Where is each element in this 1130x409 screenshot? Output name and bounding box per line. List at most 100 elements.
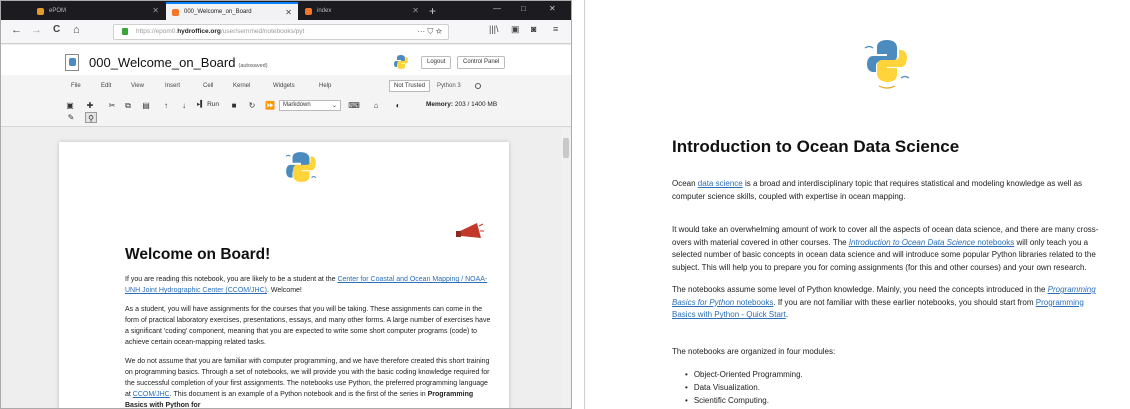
- prereq-text-cont: . If you are not familiar with these ear…: [773, 297, 1036, 307]
- tab-epom[interactable]: ePOM ✕: [31, 2, 165, 20]
- url-bar[interactable]: https://epom0.hydroffice.org/user/semmed…: [113, 24, 449, 40]
- menu-widgets[interactable]: Widgets: [273, 83, 295, 89]
- rendered-notebook: Introduction to Ocean Data Science Ocean…: [584, 0, 1130, 409]
- menu-icon[interactable]: ≡: [553, 24, 558, 34]
- forward-button[interactable]: →: [31, 24, 42, 36]
- copy-icon[interactable]: ⧉: [121, 100, 135, 111]
- library-icon[interactable]: |||\: [489, 24, 499, 34]
- wrench-icon[interactable]: ✎: [65, 112, 77, 123]
- training-paragraph: We do not assume that you are familiar w…: [125, 356, 491, 408]
- jupyter-header: 000_Welcome_on_Board (autosaved) Logout C…: [1, 45, 571, 75]
- home-button[interactable]: ⌂: [73, 24, 80, 36]
- menu-help[interactable]: Help: [319, 83, 331, 89]
- memory-usage: Memory: 203 / 1400 MB: [426, 101, 497, 108]
- kernel-name[interactable]: Python 3: [437, 83, 461, 89]
- link-text: notebooks: [975, 237, 1015, 247]
- menu-file[interactable]: File: [71, 83, 81, 89]
- run-button[interactable]: ▸▍ Run: [197, 100, 219, 108]
- presentation-icon[interactable]: ⌂: [369, 100, 383, 111]
- scrollbar-thumb[interactable]: [563, 138, 569, 158]
- list-item: Scientific Computing.: [685, 394, 803, 407]
- save-icon[interactable]: ▣: [63, 100, 77, 111]
- notebook-title-text: 000_Welcome_on_Board: [89, 55, 236, 70]
- memory-label: Memory:: [426, 101, 454, 108]
- memory-value: 203 / 1400 MB: [454, 101, 498, 108]
- minimize-button[interactable]: —: [493, 4, 501, 13]
- intro-text-end: . Welcome!: [266, 287, 302, 294]
- intro-text: If you are reading this notebook, you ar…: [125, 276, 338, 283]
- chevron-down-icon: ⌄: [331, 103, 337, 109]
- prereq-text-end: .: [785, 310, 789, 320]
- back-button[interactable]: ←: [11, 24, 22, 36]
- add-cell-icon[interactable]: ✚: [83, 100, 97, 111]
- menu-kernel[interactable]: Kernel: [233, 83, 250, 89]
- notebook-toolbar: ▣ ✚ ✂ ⧉ ▤ ↑ ↓ ▸▍ Run ■ ↻ ⏩ Markdown ⌄ ⌨ ⌂…: [1, 97, 571, 127]
- menu-edit[interactable]: Edit: [101, 83, 111, 89]
- menu-cell[interactable]: Cell: [203, 83, 213, 89]
- url-path: /user/semmed/notebooks/pyt: [220, 28, 305, 35]
- assignments-paragraph: As a student, you will have assignments …: [125, 306, 491, 346]
- browser-window: ePOM ✕ 000_Welcome_on_Board ✕ index ✕ + …: [0, 0, 572, 409]
- prereq-text: The notebooks assume some level of Pytho…: [672, 285, 1048, 294]
- tab-label: index: [317, 8, 332, 14]
- cut-icon[interactable]: ✂: [105, 100, 119, 111]
- control-panel-button[interactable]: Control Panel: [457, 56, 506, 69]
- cell-type-select[interactable]: Markdown ⌄: [279, 100, 341, 111]
- kernel-status-icon: [475, 83, 481, 89]
- move-up-icon[interactable]: ↑: [159, 100, 173, 111]
- restart-icon[interactable]: ↻: [245, 100, 259, 111]
- modules-list: Object-Oriented Programming. Data Visual…: [685, 368, 803, 407]
- page-actions-icon[interactable]: ··· ⛉ ☆: [417, 27, 442, 37]
- menu-bar: File Edit View Insert Cell Kernel Widget…: [1, 75, 571, 97]
- restart-run-all-icon[interactable]: ⏩: [263, 100, 277, 111]
- data-science-link[interactable]: data science: [698, 179, 743, 188]
- python-logo: [285, 152, 317, 182]
- scope-paragraph: It would take an overwhelming amount of …: [672, 224, 1102, 275]
- modules-paragraph: The notebooks are organized in four modu…: [672, 347, 836, 356]
- reload-button[interactable]: C: [53, 24, 60, 35]
- close-window-button[interactable]: ✕: [549, 4, 556, 13]
- run-label: Run: [207, 101, 220, 108]
- welcome-heading: Welcome on Board!: [125, 246, 271, 263]
- notebook-area: Welcome on Board! If you are reading thi…: [1, 128, 561, 408]
- jupyter-favicon-icon: [172, 8, 179, 16]
- paste-icon[interactable]: ▤: [139, 100, 153, 111]
- extension-icon[interactable]: ◙: [531, 24, 536, 34]
- training-text-cont: . This document is an example of a Pytho…: [169, 391, 428, 398]
- logout-button[interactable]: Logout: [421, 56, 452, 69]
- close-tab-icon[interactable]: ✕: [285, 8, 292, 17]
- not-trusted-badge[interactable]: Not Trusted: [389, 80, 431, 92]
- keyboard-icon[interactable]: ⌨: [347, 100, 361, 111]
- toggle-icon[interactable]: ◐: [391, 100, 405, 111]
- link-italic-text: Introduction to Ocean Data Science: [848, 237, 976, 247]
- ccom-jhc-link[interactable]: CCOM/JHC: [133, 391, 170, 398]
- python-logo-icon: [394, 55, 408, 69]
- ocean-data-science-notebooks-link[interactable]: Introduction to Ocean Data Science noteb…: [849, 238, 1014, 247]
- move-down-icon[interactable]: ↓: [177, 100, 191, 111]
- tab-label: 000_Welcome_on_Board: [184, 9, 252, 15]
- tab-welcome[interactable]: 000_Welcome_on_Board ✕: [166, 2, 298, 20]
- intro-paragraph: Ocean data science is a broad and interd…: [672, 178, 1102, 203]
- tab-bar: ePOM ✕ 000_Welcome_on_Board ✕ index ✕ + …: [1, 1, 571, 20]
- megaphone-icon: [456, 223, 484, 238]
- maximize-button[interactable]: □: [521, 4, 526, 13]
- url-domain: hydroffice.org: [177, 28, 221, 35]
- menu-view[interactable]: View: [131, 83, 144, 89]
- notebook-logo-icon: [65, 54, 79, 71]
- stop-icon[interactable]: ■: [227, 100, 241, 111]
- cell-type-value: Markdown: [283, 102, 311, 108]
- close-tab-icon[interactable]: ✕: [152, 6, 159, 15]
- pin-icon[interactable]: ⚲: [85, 112, 97, 123]
- notebook-title[interactable]: 000_Welcome_on_Board (autosaved): [89, 55, 268, 70]
- python-logo: [864, 40, 910, 89]
- notebook-page: Welcome on Board! If you are reading thi…: [59, 142, 509, 408]
- scrollbar[interactable]: [561, 128, 571, 408]
- tab-index[interactable]: index ✕: [299, 2, 425, 20]
- close-tab-icon[interactable]: ✕: [412, 6, 419, 15]
- url-prefix: https://epom0.: [136, 28, 178, 35]
- new-tab-button[interactable]: +: [429, 4, 436, 18]
- nav-bar: ← → C ⌂ https://epom0.hydroffice.org/use…: [1, 20, 571, 44]
- epom-favicon-icon: [37, 7, 44, 15]
- sidebar-icon[interactable]: ▣: [511, 24, 520, 35]
- menu-insert[interactable]: Insert: [165, 83, 180, 89]
